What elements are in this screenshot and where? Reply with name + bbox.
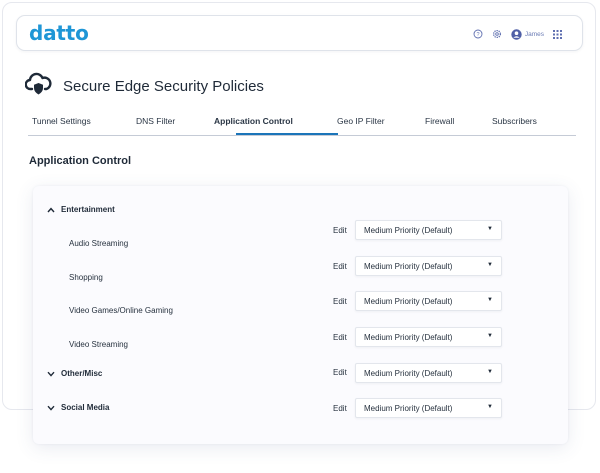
item-label: Shopping	[69, 273, 103, 282]
edit-link[interactable]: Edit	[333, 297, 347, 306]
priority-value: Medium Priority (Default)	[364, 333, 453, 342]
dropdown-caret-icon: ▼	[487, 333, 493, 339]
item-label: Audio Streaming	[69, 239, 129, 248]
group-row-social-media: Social Media Edit Medium Priority (Defau…	[33, 186, 568, 418]
page-header: Secure Edge Security Policies	[24, 72, 264, 101]
group-label: Social Media	[61, 403, 110, 412]
edit-link[interactable]: Edit	[333, 368, 347, 377]
group-toggle-entertainment[interactable]: Entertainment	[47, 205, 115, 214]
dropdown-caret-icon: ▼	[487, 297, 493, 303]
dropdown-caret-icon: ▼	[487, 369, 493, 375]
application-control-card: Entertainment Audio Streaming Edit Mediu…	[33, 186, 568, 444]
tab-subscribers[interactable]: Subscribers	[492, 116, 537, 126]
priority-select[interactable]: Medium Priority (Default) ▼	[355, 327, 502, 347]
priority-value: Medium Priority (Default)	[364, 226, 453, 235]
apps-grid-icon[interactable]	[553, 29, 562, 39]
tab-bar: Tunnel Settings DNS Filter Application C…	[28, 112, 576, 136]
priority-select[interactable]: Medium Priority (Default) ▼	[355, 398, 502, 418]
cloud-shield-icon	[24, 72, 52, 101]
tab-dns-filter[interactable]: DNS Filter	[136, 116, 175, 126]
group-label: Entertainment	[61, 205, 115, 214]
svg-text:?: ?	[476, 32, 479, 38]
dropdown-caret-icon: ▼	[487, 262, 493, 268]
priority-value: Medium Priority (Default)	[364, 297, 453, 306]
top-bar: datto ? James	[16, 15, 583, 51]
priority-value: Medium Priority (Default)	[364, 369, 453, 378]
priority-select[interactable]: Medium Priority (Default) ▼	[355, 256, 502, 276]
edit-link[interactable]: Edit	[333, 404, 347, 413]
item-label: Video Games/Online Gaming	[69, 306, 173, 315]
chevron-up-icon	[47, 207, 55, 212]
tab-geo-ip-filter[interactable]: Geo IP Filter	[337, 116, 385, 126]
priority-select[interactable]: Medium Priority (Default) ▼	[355, 220, 502, 240]
edit-link[interactable]: Edit	[333, 333, 347, 342]
group-toggle-other-misc[interactable]: Other/Misc	[47, 369, 102, 378]
section-title: Application Control	[29, 155, 132, 167]
tab-tunnel-settings[interactable]: Tunnel Settings	[32, 116, 91, 126]
dropdown-caret-icon: ▼	[487, 226, 493, 232]
priority-value: Medium Priority (Default)	[364, 262, 453, 271]
chevron-down-icon	[47, 405, 55, 411]
user-name: James	[524, 30, 544, 38]
user-menu[interactable]: James	[511, 28, 544, 40]
help-icon[interactable]: ?	[473, 29, 483, 39]
item-label: Video Streaming	[69, 340, 128, 349]
top-bar-icons: ? James	[473, 25, 562, 43]
edit-link[interactable]: Edit	[333, 226, 347, 235]
page-title: Secure Edge Security Policies	[63, 78, 264, 95]
chevron-down-icon	[47, 371, 55, 377]
datto-logo[interactable]: datto	[29, 21, 89, 45]
priority-select[interactable]: Medium Priority (Default) ▼	[355, 363, 502, 383]
priority-select[interactable]: Medium Priority (Default) ▼	[355, 291, 502, 311]
user-icon	[511, 28, 522, 40]
active-tab-indicator	[236, 133, 338, 135]
group-label: Other/Misc	[61, 369, 103, 378]
dropdown-caret-icon: ▼	[487, 404, 493, 410]
tab-firewall[interactable]: Firewall	[425, 116, 454, 126]
priority-value: Medium Priority (Default)	[364, 404, 453, 413]
settings-icon[interactable]	[492, 29, 502, 39]
tab-application-control[interactable]: Application Control	[214, 116, 293, 126]
group-toggle-social-media[interactable]: Social Media	[47, 403, 109, 412]
edit-link[interactable]: Edit	[333, 262, 347, 271]
